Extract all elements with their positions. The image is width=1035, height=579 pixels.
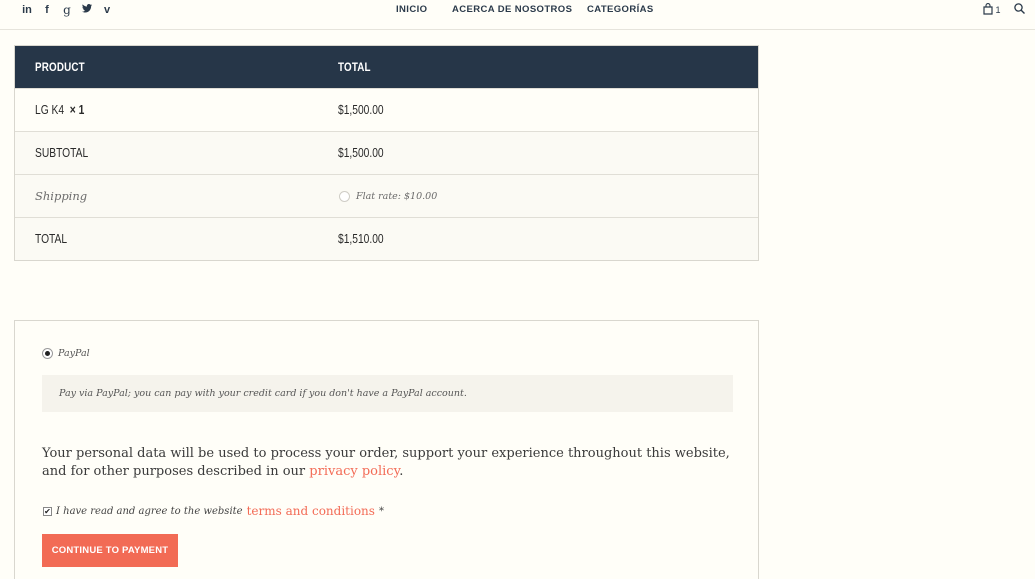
total-column-header: TOTAL	[338, 60, 371, 74]
vimeo-icon[interactable]: v	[97, 3, 117, 17]
product-name: LG K4 × 1	[35, 103, 85, 117]
order-review-table: PRODUCT TOTAL LG K4 × 1 $1,500.00 SUBTOT…	[14, 45, 759, 261]
product-column-header: PRODUCT	[35, 60, 85, 74]
product-quantity: × 1	[69, 103, 85, 117]
nav-categorias[interactable]: CATEGORÍAS	[587, 4, 654, 15]
paypal-option[interactable]: PayPal	[42, 348, 90, 359]
subtotal-label: SUBTOTAL	[35, 146, 89, 160]
terms-link[interactable]: terms and conditions	[247, 504, 375, 518]
shipping-label: Shipping	[35, 189, 88, 203]
search-icon[interactable]	[1014, 3, 1025, 14]
paypal-radio[interactable]	[42, 348, 53, 359]
subtotal-row: SUBTOTAL $1,500.00	[15, 131, 758, 174]
continue-to-payment-button[interactable]: CONTINUE TO PAYMENT	[42, 534, 178, 567]
bag-icon	[983, 3, 993, 15]
total-row: TOTAL $1,510.00	[15, 217, 758, 260]
cart-button[interactable]: 1	[983, 3, 1001, 15]
total-value: $1,510.00	[338, 232, 384, 246]
terms-checkbox-row[interactable]: ✔ I have read and agree to the website t…	[43, 504, 384, 518]
linkedin-icon[interactable]: in	[17, 3, 37, 17]
privacy-policy-link[interactable]: privacy policy	[309, 464, 399, 479]
twitter-icon[interactable]	[77, 3, 97, 17]
facebook-icon[interactable]: f	[37, 3, 57, 17]
required-marker: *	[378, 505, 384, 517]
terms-text: I have read and agree to the website	[56, 505, 243, 517]
table-header: PRODUCT TOTAL	[15, 46, 758, 88]
payment-section: PayPal Pay via PayPal; you can pay with …	[14, 320, 759, 579]
total-label: TOTAL	[35, 232, 68, 246]
nav-acerca[interactable]: ACERCA DE NOSOTROS	[452, 4, 572, 15]
shipping-row: Shipping Flat rate: $10.00	[15, 174, 758, 217]
product-total: $1,500.00	[338, 103, 384, 117]
cart-count: 1	[995, 5, 1001, 15]
shipping-radio[interactable]	[339, 190, 350, 202]
shipping-option-label: Flat rate: $10.00	[356, 190, 438, 202]
table-row: LG K4 × 1 $1,500.00	[15, 88, 758, 131]
google-plus-icon[interactable]: g	[57, 3, 77, 17]
shipping-option[interactable]: Flat rate: $10.00	[339, 190, 438, 202]
nav-inicio[interactable]: INICIO	[396, 4, 427, 15]
top-bar: in f g v INICIO ACERCA DE NOSOTROS CATEG…	[0, 0, 1035, 30]
privacy-notice: Your personal data will be used to proce…	[42, 446, 730, 479]
paypal-description: Pay via PayPal; you can pay with your cr…	[42, 375, 733, 412]
terms-checkbox[interactable]: ✔	[43, 506, 52, 516]
subtotal-value: $1,500.00	[338, 146, 384, 160]
social-links: in f g v	[17, 3, 117, 17]
paypal-label: PayPal	[58, 348, 90, 359]
